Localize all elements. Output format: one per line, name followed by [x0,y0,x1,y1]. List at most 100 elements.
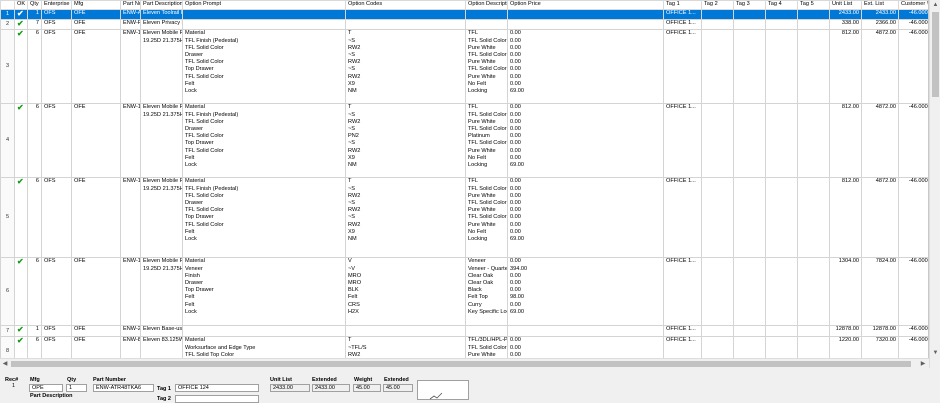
option-codes-cell[interactable] [345,325,466,338]
qty-cell[interactable]: 6 [27,177,42,259]
tag1-cell[interactable]: OFFICE 1... [663,8,702,21]
enterprise-code-cell[interactable]: OFS [41,29,72,105]
column-header-ext-list[interactable]: Ext. List [861,0,899,10]
column-header-part-description[interactable]: Part Description [140,0,183,10]
mfg-field[interactable]: OPE [29,384,63,392]
mfg-cell[interactable]: OFE [71,177,121,259]
ok-cell[interactable]: ✔ [14,8,28,21]
tag4-cell[interactable] [765,257,798,327]
option-price-cell[interactable] [507,8,664,21]
ok-cell[interactable]: ✔ [14,103,28,179]
option-price-cell[interactable]: 0.00 0.00 0.00 0.00 0.00 0.00 0.00 0.00 69.00 [507,103,664,179]
enterprise-code-cell[interactable]: OFS [41,103,72,179]
option-prompt-cell[interactable]: Material TFL Finish (Pedestal) TFL Solid C… [182,29,346,105]
tag2-cell[interactable] [701,29,734,105]
tag2-cell[interactable] [701,8,734,21]
part-description-cell[interactable]: Eleven Mobile Pedestal, Box/File, Finish… [140,177,183,259]
part-description-cell[interactable]: Eleven Privacy Panel-Frosted Acrylic 47.… [140,19,183,31]
option-descriptions-cell[interactable] [465,8,508,21]
enterprise-code-cell[interactable]: OFS [41,257,72,327]
option-price-cell[interactable]: 0.00 394.00 0.00 0.00 0.00 98.00 0.00 69.00 [507,257,664,327]
option-price-cell[interactable] [507,19,664,31]
tag4-cell[interactable] [765,8,798,21]
qty-cell[interactable]: 1 [27,325,42,338]
option-price-cell[interactable]: 0.00 0.00 0.00 0.00 0.00 0.00 0.00 0.00 69.00 [507,29,664,105]
unit-list-cell[interactable]: 2433.00 [829,8,862,21]
part-number-field[interactable]: ENW-ATR48TKA6 [93,384,154,392]
column-header-option-price[interactable]: Option Price [507,0,664,10]
qty-field[interactable]: 1 [66,384,87,392]
qty-cell[interactable]: 6 [27,103,42,179]
horizontal-scrollbar[interactable]: ◀ ▶ [0,358,929,368]
scroll-right-icon[interactable]: ▶ [918,359,928,369]
tag1-cell[interactable]: OFFICE 1... [663,29,702,105]
column-header-option-descriptions[interactable]: Option Descriptions [465,0,508,10]
option-codes-cell[interactable] [345,19,466,31]
tag3-cell[interactable] [733,257,766,327]
tag3-cell[interactable] [733,103,766,179]
column-header-tag-1[interactable]: Tag 1 [663,0,702,10]
option-price-cell[interactable] [507,325,664,338]
tag5-cell[interactable] [797,177,830,259]
column-header-tag-2[interactable]: Tag 2 [701,0,734,10]
column-header-qty[interactable]: Qty [27,0,42,10]
mfg-cell[interactable]: OFE [71,19,121,31]
qty-cell[interactable]: 7 [27,19,42,31]
table-row[interactable]: 6✔6OFSOFEENW-1619MPEleven Mobile Pedesta… [0,257,928,327]
tag4-cell[interactable] [765,29,798,105]
option-codes-cell[interactable]: T ~S RW2 ~S RW2 ~S RW2 X9 NM [345,177,466,259]
tag1-cell[interactable]: OFFICE 1... [663,103,702,179]
column-header-customer[interactable]: Customer % [898,0,928,10]
ok-cell[interactable]: ✔ [14,19,28,31]
column-header-enterprise-code[interactable]: Enterprise Code [41,0,72,10]
part-number-cell[interactable]: ENW-1619MP [120,29,141,105]
ok-cell[interactable]: ✔ [14,325,28,338]
tag1-cell[interactable]: OFFICE 1... [663,257,702,327]
customer-percent-cell[interactable]: -46.00000 [898,19,928,31]
tag5-cell[interactable] [797,257,830,327]
tag1-field[interactable]: OFFICE 124 [175,384,259,392]
tag5-cell[interactable] [797,103,830,179]
table-row[interactable]: 3✔6OFSOFEENW-1619MPEleven Mobile Pedesta… [0,29,928,105]
unit-list-cell[interactable]: 812.00 [829,103,862,179]
tag5-cell[interactable] [797,8,830,21]
vertical-scroll-thumb[interactable] [932,12,939,97]
option-descriptions-cell[interactable]: TFL TFL Solid Color Pure White TFL Solid Co… [465,29,508,105]
part-number-cell[interactable]: ENW-1619MP [120,177,141,259]
tag3-cell[interactable] [733,19,766,31]
tag1-cell[interactable]: OFFICE 1... [663,19,702,31]
part-description-cell[interactable]: Eleven Base-use w/ (6) ENW-8345CU & (2) … [140,325,183,338]
customer-percent-cell[interactable]: -46.00000 [898,177,928,259]
option-descriptions-cell[interactable]: VeneerVeneer - QuarteredClear OakClear O… [465,257,508,327]
part-description-cell[interactable]: Eleven Mobile Pedestal, Box/File, Finish… [140,257,183,327]
option-descriptions-cell[interactable] [465,325,508,338]
mfg-cell[interactable]: OFE [71,257,121,327]
qty-cell[interactable]: 1 [27,8,42,21]
part-number-cell[interactable]: ENW-1619MP [120,103,141,179]
tag3-cell[interactable] [733,29,766,105]
part-number-cell[interactable]: ENW-ATR48T... [120,8,141,21]
unit-list-cell[interactable]: 812.00 [829,29,862,105]
tag5-cell[interactable] [797,19,830,31]
part-description-cell[interactable]: Eleven Mobile Pedestal, Box/File, Finish… [140,103,183,179]
ext-list-cell[interactable]: 2433.00 [861,8,899,21]
enterprise-code-cell[interactable]: OFS [41,8,72,21]
unit-list-cell[interactable]: 338.00 [829,19,862,31]
tag5-cell[interactable] [797,325,830,338]
tag4-cell[interactable] [765,177,798,259]
option-prompt-cell[interactable] [182,19,346,31]
customer-percent-cell[interactable]: -46.00000 [898,325,928,338]
table-row[interactable]: 4✔6OFSOFEENW-1619MPEleven Mobile Pedesta… [0,103,928,179]
column-header-part-number[interactable]: Part Number [120,0,141,10]
tag2-cell[interactable] [701,325,734,338]
tag1-cell[interactable]: OFFICE 1... [663,325,702,338]
ext-list-cell[interactable]: 4872.00 [861,103,899,179]
unit-list-cell[interactable]: 812.00 [829,177,862,259]
vertical-scrollbar[interactable]: ▲ ▼ [929,0,940,368]
tag3-cell[interactable] [733,177,766,259]
ext-list-cell[interactable]: 7824.00 [861,257,899,327]
part-description-cell[interactable]: Eleven Mobile Pedestal, Box/File, Finish… [140,29,183,105]
option-prompt-cell[interactable] [182,8,346,21]
tag3-cell[interactable] [733,325,766,338]
option-codes-cell[interactable]: T ~S RW2 ~S RW2 ~S RW2 X9 NM [345,29,466,105]
